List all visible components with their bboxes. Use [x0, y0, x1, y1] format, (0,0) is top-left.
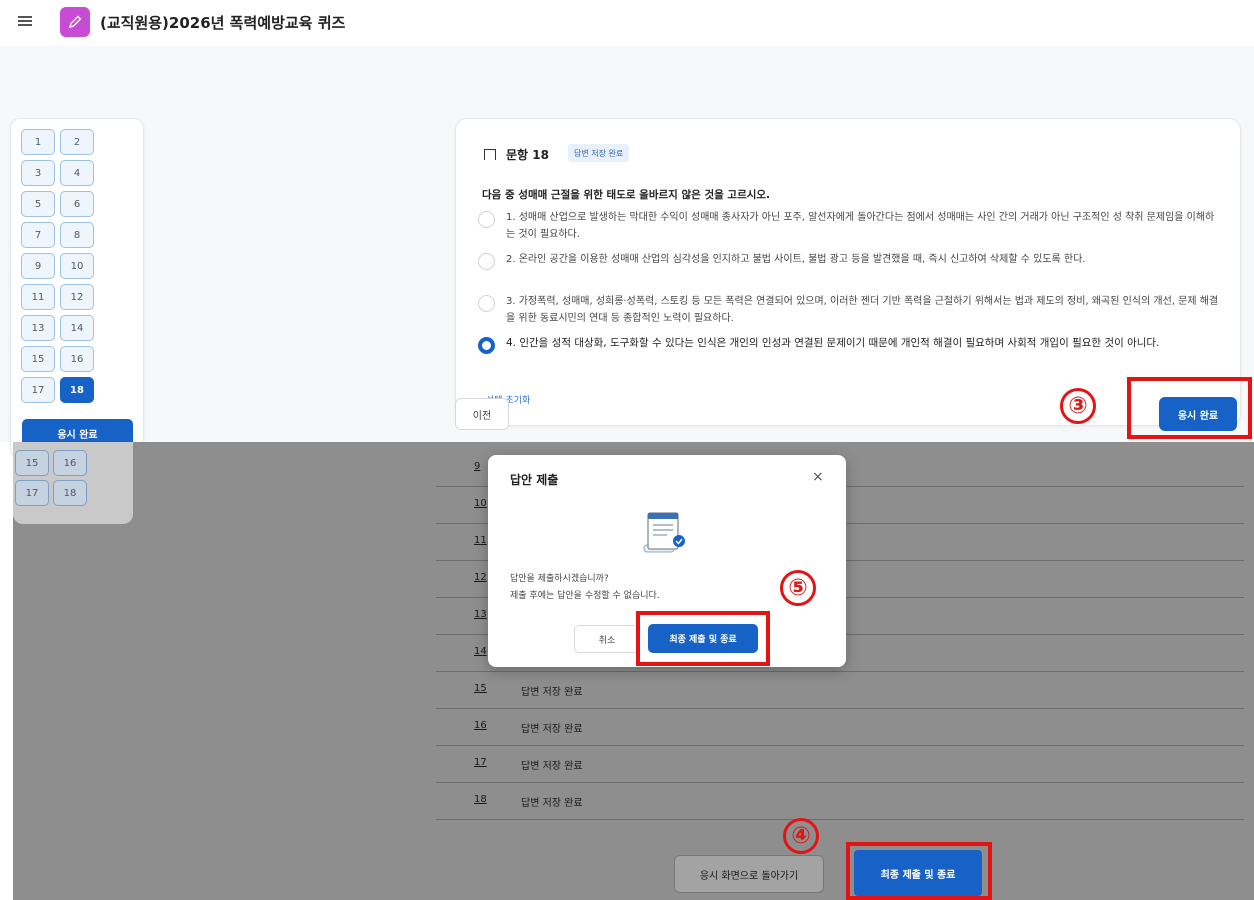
option-text: 4. 인간을 성적 대상화, 도구화할 수 있다는 인식은 개인의 인성과 연결…	[506, 337, 1160, 349]
radio-button-selected[interactable]	[478, 337, 495, 354]
flag-icon[interactable]	[484, 149, 496, 160]
row-status: 답변 저장 완료	[521, 798, 583, 809]
question-nav-button[interactable]: 15	[15, 450, 49, 476]
dialog-message: 제출 후에는 답안을 수정할 수 없습니다.	[510, 591, 660, 601]
row-status: 답변 저장 완료	[521, 724, 583, 735]
question-nav-button[interactable]: 4	[60, 160, 94, 186]
quiz-view: 1 2 3 4 5 6 7 8 9 10 11 12 13 14 15 16 17 18 응시 완료 문항 18 답…	[0, 46, 1254, 458]
question-link[interactable]: 9	[474, 461, 480, 472]
question-nav-button[interactable]: 7	[21, 222, 55, 248]
callout-number: ④	[783, 818, 819, 854]
highlight-box	[1127, 377, 1252, 439]
top-bar: (교직원용)2026년 폭력예방교육 퀴즈	[0, 0, 1254, 46]
question-nav-button[interactable]: 16	[53, 450, 87, 476]
question-nav-button[interactable]: 12	[60, 284, 94, 310]
page-title: (교직원용)2026년 폭력예방교육 퀴즈	[100, 14, 346, 32]
return-to-attempt-button[interactable]: 응시 화면으로 돌아가기	[674, 855, 824, 893]
dialog-title: 답안 제출	[510, 473, 559, 487]
question-nav-button[interactable]: 13	[21, 315, 55, 341]
option-text: 2. 온라인 공간을 이용한 성매매 산업의 심각성을 인지하고 불법 사이트,…	[506, 254, 1086, 265]
question-stem: 다음 중 성매매 근절을 위한 태도로 올바르지 않은 것을 고르시오.	[482, 189, 771, 201]
close-icon[interactable]: ×	[812, 469, 824, 485]
question-nav-button[interactable]: 3	[21, 160, 55, 186]
cancel-button[interactable]: 취소	[574, 625, 640, 653]
question-link[interactable]: 14	[474, 646, 487, 657]
question-nav-button[interactable]: 1	[21, 129, 55, 155]
question-card: 문항 18 답변 저장 완료 다음 중 성매매 근절을 위한 태도로 올바르지 …	[455, 118, 1241, 426]
question-link[interactable]: 12	[474, 572, 487, 583]
question-link[interactable]: 11	[474, 535, 487, 546]
previous-button[interactable]: 이전	[455, 398, 509, 430]
question-link[interactable]: 10	[474, 498, 487, 509]
question-number: 문항 18	[506, 148, 549, 162]
question-nav-button[interactable]: 17	[15, 480, 49, 506]
question-nav-button[interactable]: 17	[21, 377, 55, 403]
radio-button[interactable]	[478, 211, 495, 228]
question-nav-button[interactable]: 10	[60, 253, 94, 279]
question-nav-button[interactable]: 18	[60, 377, 94, 403]
document-check-icon	[640, 507, 690, 557]
question-nav-button[interactable]: 2	[60, 129, 94, 155]
radio-button[interactable]	[478, 295, 495, 312]
question-link[interactable]: 13	[474, 609, 487, 620]
question-link[interactable]: 16	[474, 720, 487, 731]
pencil-icon	[60, 7, 90, 37]
row-status: 답변 저장 완료	[521, 687, 583, 698]
question-nav-dimmed: 15 16 17 18	[13, 442, 133, 524]
option-text: 3. 가정폭력, 성매매, 성희롱·성폭력, 스토킹 등 모든 폭력은 연결되어…	[506, 296, 1219, 324]
highlight-box	[846, 842, 992, 900]
table-row: 17 답변 저장 완료	[436, 746, 1244, 783]
question-nav-button[interactable]: 15	[21, 346, 55, 372]
question-nav: 1 2 3 4 5 6 7 8 9 10 11 12 13 14 15 16 17 18 응시 완료	[10, 118, 144, 458]
question-nav-button[interactable]: 11	[21, 284, 55, 310]
menu-icon[interactable]	[18, 14, 32, 28]
question-nav-button[interactable]: 18	[53, 480, 87, 506]
question-link[interactable]: 15	[474, 683, 487, 694]
table-row: 16 답변 저장 완료	[436, 709, 1244, 746]
radio-button[interactable]	[478, 253, 495, 270]
question-link[interactable]: 18	[474, 794, 487, 805]
question-nav-button[interactable]: 9	[21, 253, 55, 279]
question-nav-button[interactable]: 6	[60, 191, 94, 217]
status-badge: 답변 저장 완료	[568, 144, 630, 162]
callout-number: ③	[1060, 388, 1096, 424]
question-nav-button[interactable]: 16	[60, 346, 94, 372]
question-link[interactable]: 17	[474, 757, 487, 768]
table-row: 15 답변 저장 완료	[436, 672, 1244, 709]
option-text: 1. 성매매 산업으로 발생하는 막대한 수익이 성매매 종사자가 아닌 포주,…	[506, 212, 1215, 240]
highlight-box	[636, 611, 770, 666]
callout-number: ⑤	[780, 570, 816, 606]
dialog-message: 답안을 제출하시겠습니까?	[510, 574, 609, 584]
question-nav-button[interactable]: 14	[60, 315, 94, 341]
question-nav-button[interactable]: 8	[60, 222, 94, 248]
row-status: 답변 저장 완료	[521, 761, 583, 772]
table-row: 18 답변 저장 완료	[436, 783, 1244, 820]
question-nav-button[interactable]: 5	[21, 191, 55, 217]
